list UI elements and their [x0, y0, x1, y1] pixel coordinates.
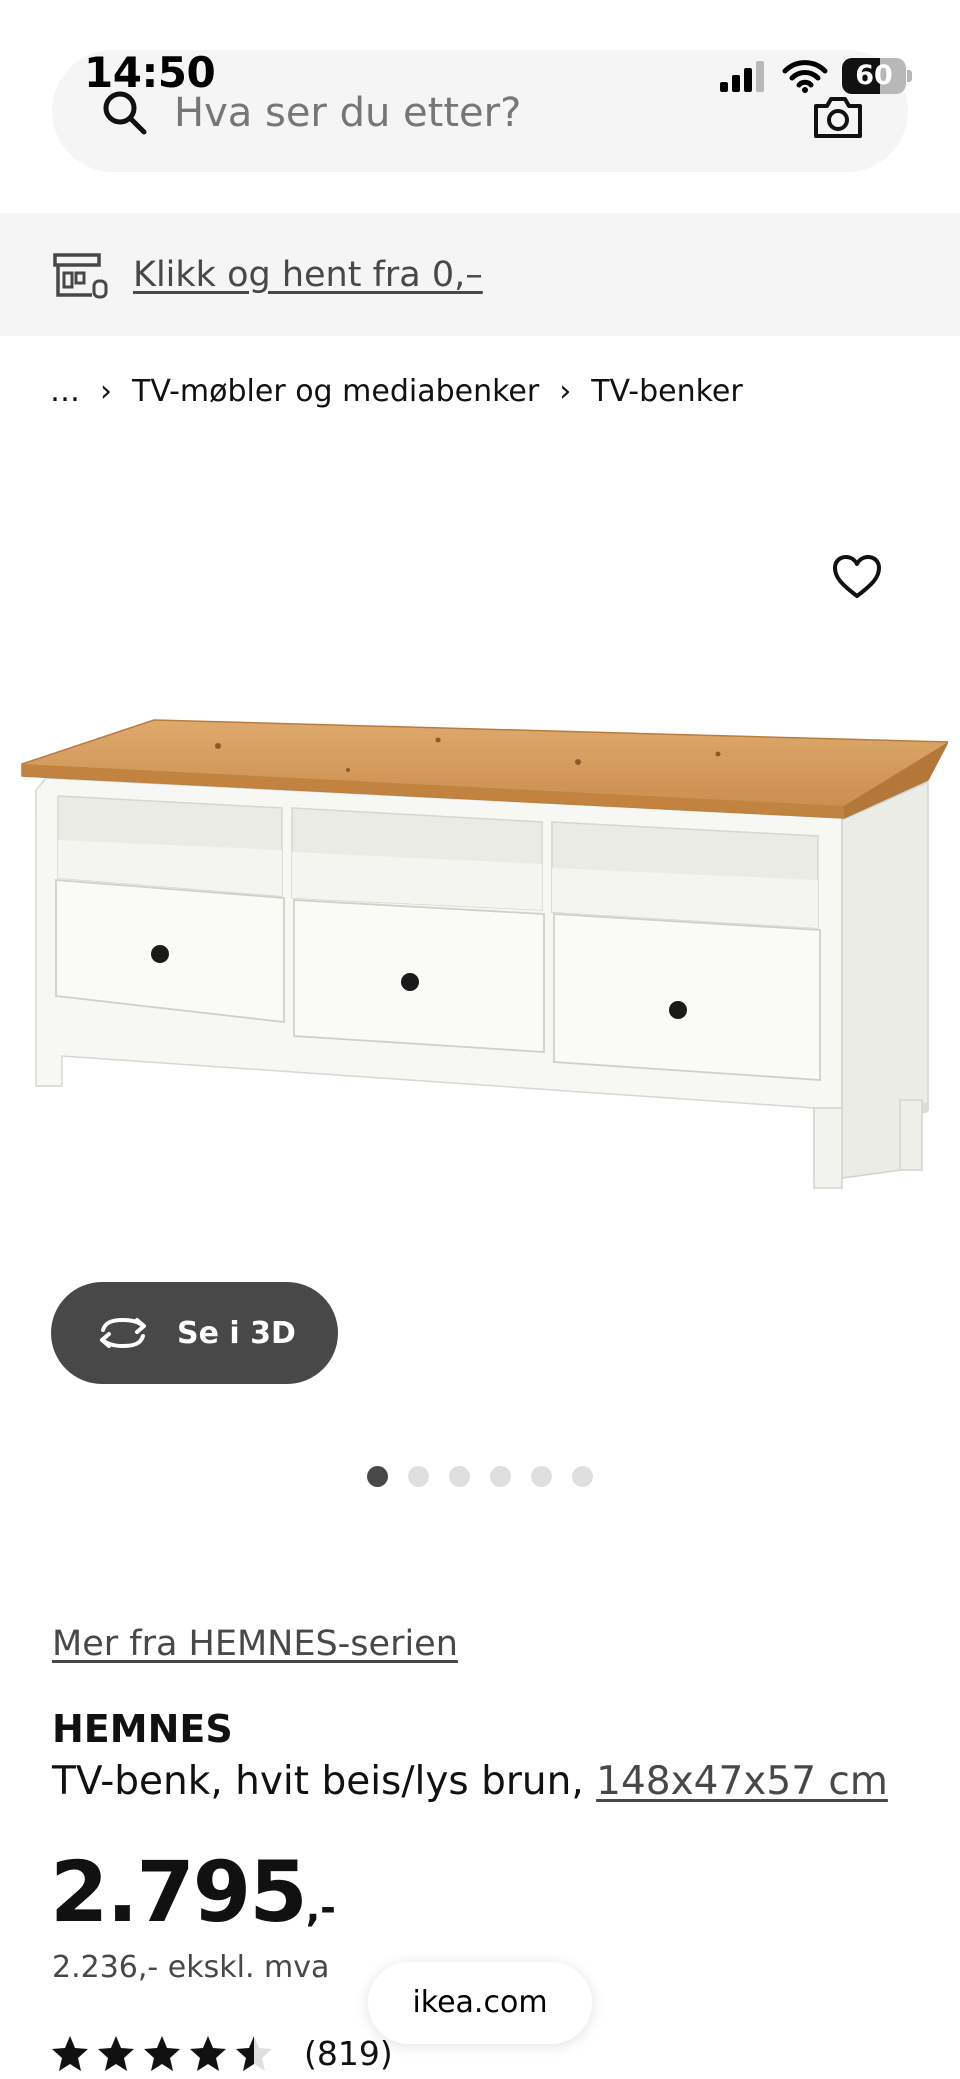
- product-description-text: TV-benk, hvit beis/lys brun,: [52, 1759, 597, 1804]
- view-in-3d-label: Se i 3D: [177, 1315, 296, 1351]
- camera-icon[interactable]: [812, 94, 864, 140]
- carousel-dot[interactable]: [531, 1465, 552, 1487]
- price-suffix: ,-: [305, 1886, 336, 1930]
- carousel-dot[interactable]: [449, 1465, 470, 1487]
- battery-icon: 60: [842, 58, 912, 94]
- breadcrumb: … › TV-møbler og mediabenker › TV-benker: [50, 369, 743, 413]
- carousel-dot[interactable]: [572, 1465, 593, 1487]
- status-icons: 60: [718, 56, 912, 96]
- view-in-3d-button[interactable]: Se i 3D: [51, 1282, 338, 1384]
- price-excl-vat: 2.236,- ekskl. mva: [52, 1950, 330, 1985]
- breadcrumb-item-tv-furniture[interactable]: TV-møbler og mediabenker: [132, 374, 539, 409]
- image-carousel-dots: [367, 1465, 593, 1487]
- cellular-signal-icon: [720, 61, 764, 92]
- browser-domain-pill[interactable]: ikea.com: [368, 1962, 592, 2044]
- rating[interactable]: (819): [50, 2030, 393, 2078]
- product-price: 2.795,-: [50, 1842, 336, 1958]
- click-collect-link[interactable]: Klikk og hent fra 0,–: [133, 253, 483, 297]
- star-full-icon: [190, 2036, 226, 2071]
- product-description: TV-benk, hvit beis/lys brun, 148x47x57 c…: [52, 1758, 888, 1806]
- battery-level: 60: [855, 60, 893, 91]
- star-full-icon: [52, 2036, 88, 2071]
- heart-icon[interactable]: [831, 552, 883, 602]
- carousel-dot-active[interactable]: [367, 1465, 388, 1487]
- star-full-icon: [98, 2036, 134, 2071]
- rating-stars: [50, 2034, 274, 2074]
- product-name: HEMNES: [52, 1707, 233, 1751]
- click-collect-banner: Klikk og hent fra 0,–: [0, 213, 960, 336]
- wifi-icon: [782, 60, 828, 93]
- store-icon: [53, 253, 108, 299]
- price-main: 2.795: [50, 1843, 308, 1941]
- product-image[interactable]: [18, 700, 948, 1220]
- star-full-icon: [144, 2036, 180, 2071]
- series-link[interactable]: Mer fra HEMNES-serien: [52, 1622, 458, 1666]
- breadcrumb-separator: ›: [559, 373, 572, 409]
- breadcrumb-item-ellipsis[interactable]: …: [50, 374, 80, 409]
- status-time: 14:50: [84, 48, 216, 97]
- product-page: Hva ser du etter? 14:50 60 Klikk og hent…: [0, 0, 960, 2079]
- review-count: (819): [304, 2034, 393, 2073]
- carousel-dot[interactable]: [490, 1465, 511, 1487]
- breadcrumb-separator: ›: [100, 373, 112, 409]
- product-dimensions-link[interactable]: 148x47x57 cm: [596, 1759, 888, 1804]
- rotate-3d-icon: [100, 1317, 146, 1349]
- breadcrumb-item-tv-benches[interactable]: TV-benker: [591, 374, 743, 409]
- search-input[interactable]: Hva ser du etter?: [174, 88, 521, 138]
- carousel-dot[interactable]: [408, 1465, 429, 1487]
- star-half-icon: [236, 2036, 272, 2071]
